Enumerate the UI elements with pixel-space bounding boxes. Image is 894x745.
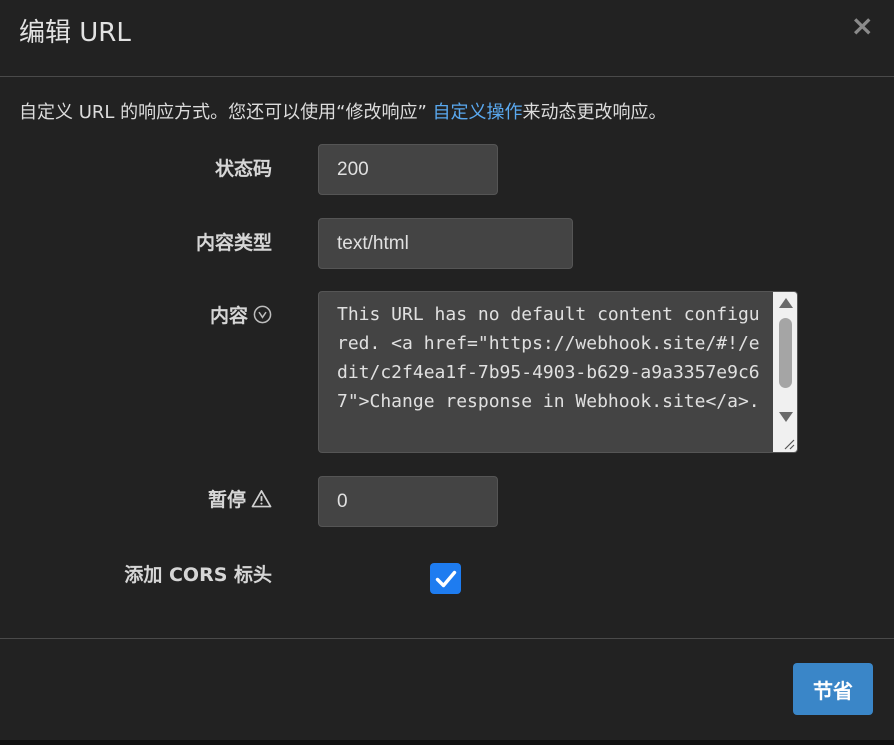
footer-divider [0,638,894,639]
dialog-title: 编辑 URL [19,18,131,48]
chevron-circle-icon[interactable] [253,305,272,330]
dialog-description: 自定义 URL 的响应方式。您还可以使用“修改响应” 自定义操作来动态更改响应。 [19,101,667,125]
scroll-thumb[interactable] [779,318,792,388]
status-code-input[interactable]: 200 [318,144,498,195]
content-textarea[interactable]: This URL has no default content configur… [318,291,798,453]
dialog-header: 编辑 URL × [0,0,894,77]
content-label: 内容 [209,305,248,327]
content-label-row: 内容 [210,304,272,330]
checkmark-icon [435,570,456,587]
content-type-input[interactable]: text/html [318,218,573,269]
cors-checkbox[interactable] [430,563,461,594]
close-icon[interactable]: × [851,12,874,40]
bottom-strip [0,740,894,745]
edit-url-dialog: 编辑 URL × 自定义 URL 的响应方式。您还可以使用“修改响应” 自定义操… [0,0,894,740]
custom-actions-link[interactable]: 自定义操作 [433,102,523,123]
timeout-label: 暂停 [207,489,246,511]
save-button[interactable]: 节省 [793,663,873,715]
scroll-down-icon[interactable] [779,412,793,422]
resize-grip-icon[interactable] [781,436,795,450]
content-text[interactable]: This URL has no default content configur… [337,300,769,416]
textarea-scrollbar[interactable] [773,292,797,452]
status-code-label: 状态码 [214,158,272,180]
warning-icon [251,489,272,514]
scroll-up-icon[interactable] [779,298,793,308]
description-text-end: 来动态更改响应。 [522,102,667,123]
content-type-label: 内容类型 [195,232,272,254]
cors-label: 添加 CORS 标头 [124,564,272,586]
timeout-input[interactable]: 0 [318,476,498,527]
timeout-label-row: 暂停 [208,488,272,514]
description-text: 自定义 URL 的响应方式。您还可以使用“修改响应” [19,102,433,123]
